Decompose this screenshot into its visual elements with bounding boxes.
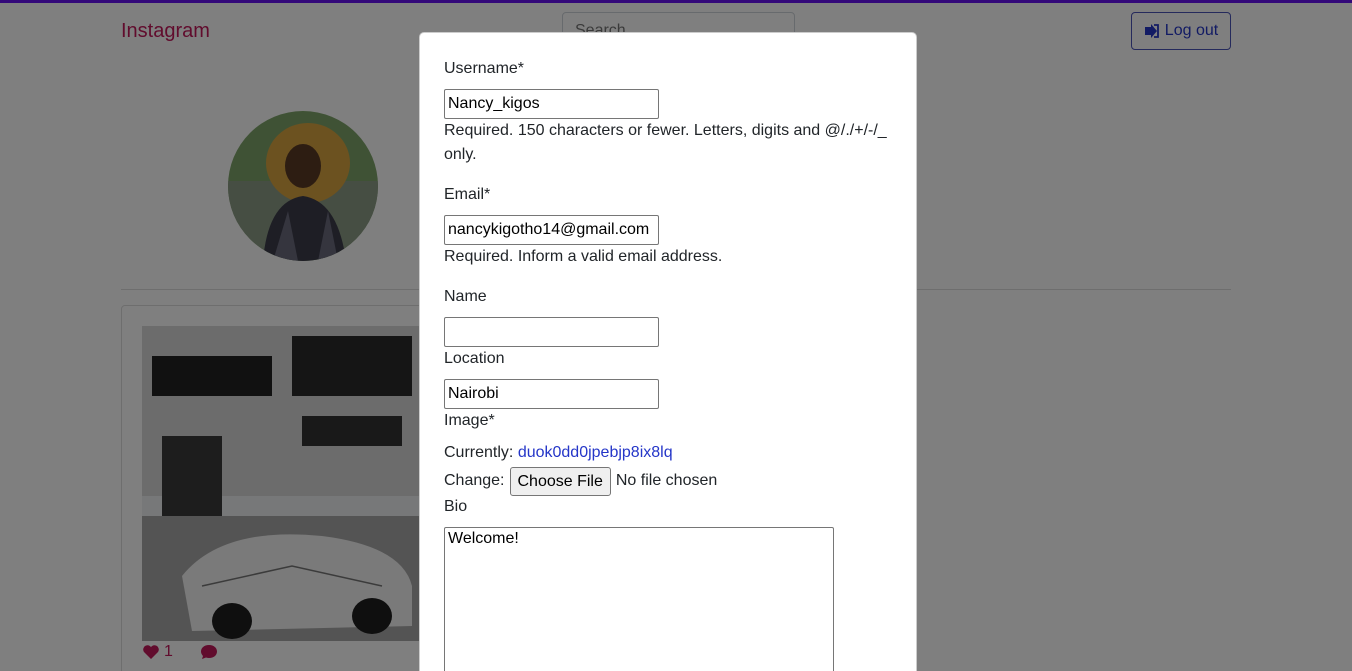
choose-file-button[interactable]: Choose File: [509, 466, 611, 496]
image-currently-label: Currently:: [444, 444, 514, 461]
image-current-link[interactable]: duok0dd0jpebjp8ix8lq: [518, 444, 673, 461]
username-field[interactable]: [444, 89, 659, 119]
image-label: Image*: [444, 412, 495, 429]
name-label: Name: [444, 288, 487, 305]
email-label: Email*: [444, 186, 491, 203]
location-field[interactable]: [444, 379, 659, 409]
bio-field[interactable]: Welcome!: [444, 527, 834, 671]
location-label: Location: [444, 350, 505, 367]
name-field[interactable]: [444, 317, 659, 347]
email-field[interactable]: [444, 215, 659, 245]
image-change-row: Change: Choose File No file chosen: [444, 466, 717, 496]
bio-label: Bio: [444, 498, 468, 515]
no-file-text: No file chosen: [615, 472, 718, 489]
email-help: Required. Inform a valid email address.: [444, 248, 723, 265]
username-help: Required. 150 characters or fewer. Lette…: [444, 122, 887, 163]
image-change-label: Change:: [444, 472, 505, 489]
image-current-row: Currently: duok0dd0jpebjp8ix8lq: [444, 441, 673, 465]
edit-profile-modal: Username* Required. 150 characters or fe…: [419, 32, 917, 671]
username-label: Username*: [444, 60, 525, 77]
